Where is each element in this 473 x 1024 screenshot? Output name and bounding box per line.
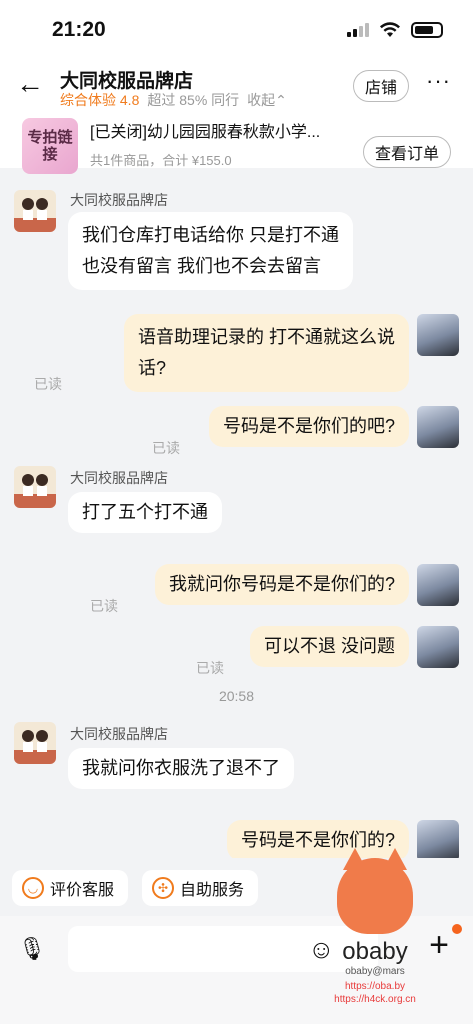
product-thumbnail: 专拍链接 [22,118,78,174]
message-bubble[interactable]: 我们仓库打电话给你 只是打不通 也没有留言 我们也不会去留言 [68,212,353,290]
clock: 21:20 [52,18,106,41]
time-divider: 20:58 [218,688,255,704]
page-title: 大同校服品牌店 [60,71,194,92]
message-bubble[interactable]: 语音助理记录的 打不通就这么说 话? [124,314,409,392]
message-bubble[interactable]: 号码是不是你们的? [226,820,409,858]
order-card[interactable]: 专拍链接 [已关闭]幼儿园园服春秋款小学... 共1件商品，合计 ¥155.0 [22,118,350,174]
order-title: [已关闭]幼儿园园服春秋款小学... [90,124,321,141]
view-order-button[interactable]: 查看订单 [362,136,451,168]
message-bubble[interactable]: 我就问你衣服洗了退不了 [68,748,294,789]
order-summary: 共1件商品，合计 ¥155.0 [90,153,232,168]
sender-name: 大同校服品牌店 [70,726,168,742]
user-avatar[interactable] [417,406,459,448]
message-bubble[interactable]: 号码是不是你们的吧? [208,406,409,447]
back-arrow-icon[interactable]: ← [16,70,44,98]
grid-icon: ✣ [152,877,175,899]
shop-avatar[interactable] [14,722,56,764]
emoji-icon[interactable]: ☺ [308,934,335,965]
message-bubble[interactable]: 打了五个打不通 [68,492,222,533]
voice-icon[interactable]: 🎙 [18,936,46,962]
wifi-icon [380,22,400,37]
smile-icon: ◡ [22,877,44,899]
message-list[interactable]: 大同校服品牌店 我们仓库打电话给你 只是打不通 也没有留言 我们也不会去留言 语… [0,176,473,858]
chat-header: ← 大同校服品牌店 综合体验 4.8 超过 85% 同行 收起⌃ 店铺 ··· … [0,60,473,174]
sender-name: 大同校服品牌店 [70,192,168,208]
read-receipt: 已读 [196,660,224,676]
status-bar: 21:20 [0,0,473,60]
store-button[interactable]: 店铺 [352,70,409,102]
collapse-toggle[interactable]: 收起⌃ [247,90,287,110]
read-receipt: 已读 [152,440,180,456]
cat-logo-icon [337,848,413,934]
message-bubble[interactable]: 我就问你号码是不是你们的? [154,564,409,605]
user-avatar[interactable] [417,820,459,858]
beat-label: 超过 85% 同行 [147,92,240,108]
rate-service-button[interactable]: ◡ 评价客服 [12,870,129,906]
read-receipt: 已读 [90,598,118,614]
shop-avatar[interactable] [14,466,56,508]
user-avatar[interactable] [417,314,459,356]
user-avatar[interactable] [417,626,459,668]
signal-icon [347,23,369,37]
message-bubble[interactable]: 可以不退 没问题 [249,626,409,667]
self-service-button[interactable]: ✣ 自助服务 [142,870,259,906]
sender-name: 大同校服品牌店 [70,470,168,486]
read-receipt: 已读 [34,376,62,392]
rating-label: 综合体验 4.8 [60,92,140,108]
more-icon[interactable]: ··· [426,68,451,94]
shop-avatar[interactable] [14,190,56,232]
user-avatar[interactable] [417,564,459,606]
watermark: obaby obaby@mars https://oba.by https://… [334,848,416,1024]
battery-icon [411,22,443,38]
plus-icon[interactable]: + [422,924,462,962]
